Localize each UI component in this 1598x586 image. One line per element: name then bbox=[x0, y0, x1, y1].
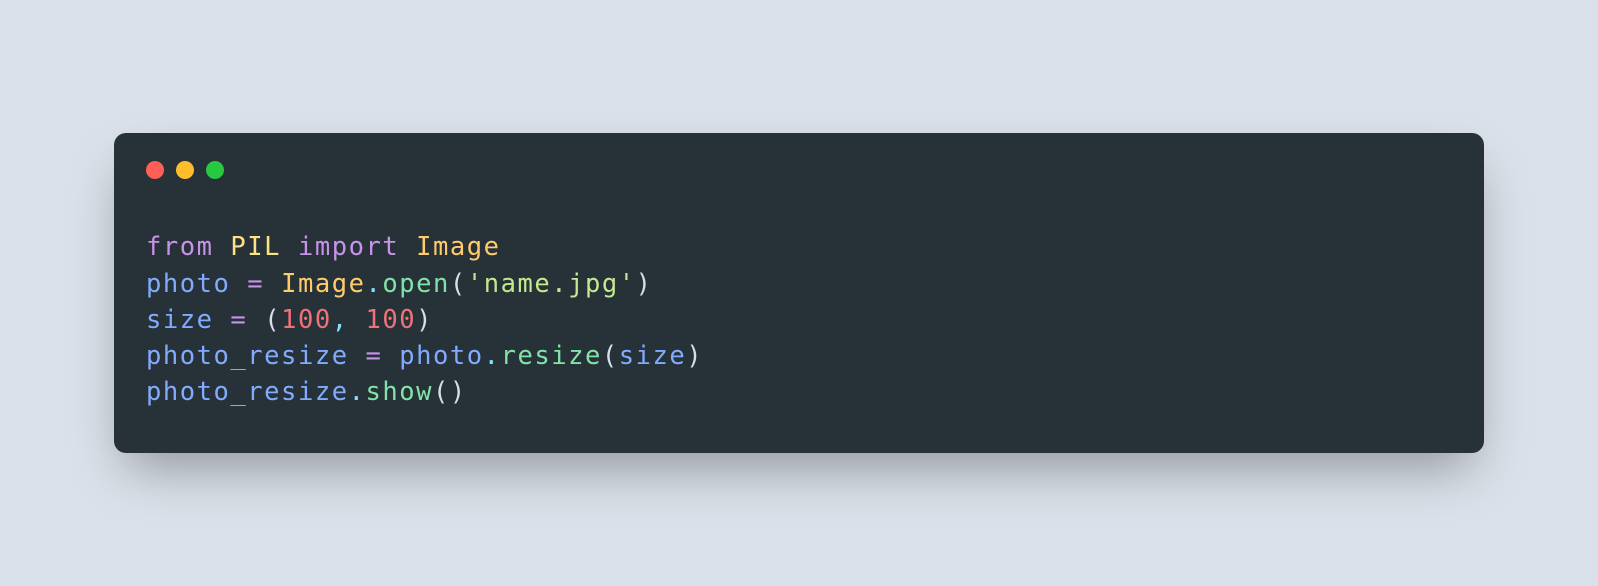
method-call: show bbox=[365, 377, 433, 407]
dot: . bbox=[484, 341, 501, 371]
variable: photo_resize bbox=[146, 341, 349, 371]
window-controls bbox=[146, 161, 1452, 179]
lparen: ( bbox=[433, 377, 450, 407]
maximize-icon[interactable] bbox=[206, 161, 224, 179]
minimize-icon[interactable] bbox=[176, 161, 194, 179]
code-line-1: from PIL import Image bbox=[146, 229, 1452, 265]
rparen: ) bbox=[450, 377, 467, 407]
keyword-from: from bbox=[146, 232, 214, 262]
rparen: ) bbox=[686, 341, 703, 371]
code-line-4: size = (100, 100) bbox=[146, 302, 1452, 338]
lparen: ( bbox=[602, 341, 619, 371]
class-ref: Image bbox=[281, 269, 365, 299]
object-ref: photo bbox=[399, 341, 483, 371]
lparen: ( bbox=[264, 305, 281, 335]
operator-eq: = bbox=[214, 305, 265, 335]
code-content[interactable]: from PIL import Imagephoto = Image.open(… bbox=[146, 229, 1452, 410]
keyword-import: import bbox=[298, 232, 399, 262]
dot: . bbox=[349, 377, 366, 407]
close-icon[interactable] bbox=[146, 161, 164, 179]
object-ref: photo_resize bbox=[146, 377, 349, 407]
code-line-5: photo_resize = photo.resize(size) bbox=[146, 338, 1452, 374]
number-literal: 100 bbox=[366, 305, 417, 335]
variable: size bbox=[146, 305, 214, 335]
argument: size bbox=[619, 341, 687, 371]
string-literal: 'name.jpg' bbox=[467, 269, 636, 299]
lparen: ( bbox=[450, 269, 467, 299]
dot: . bbox=[366, 269, 383, 299]
method-call: open bbox=[382, 269, 450, 299]
method-call: resize bbox=[501, 341, 602, 371]
variable: photo bbox=[146, 269, 230, 299]
module-name: PIL bbox=[230, 232, 281, 262]
class-name: Image bbox=[416, 232, 500, 262]
code-line-3: photo = Image.open('name.jpg') bbox=[146, 266, 1452, 302]
number-literal: 100 bbox=[281, 305, 332, 335]
code-window: from PIL import Imagephoto = Image.open(… bbox=[114, 133, 1484, 452]
comma: , bbox=[332, 305, 366, 335]
operator-eq: = bbox=[230, 269, 281, 299]
operator-eq: = bbox=[349, 341, 400, 371]
rparen: ) bbox=[416, 305, 433, 335]
rparen: ) bbox=[636, 269, 653, 299]
code-line-6: photo_resize.show() bbox=[146, 374, 1452, 410]
